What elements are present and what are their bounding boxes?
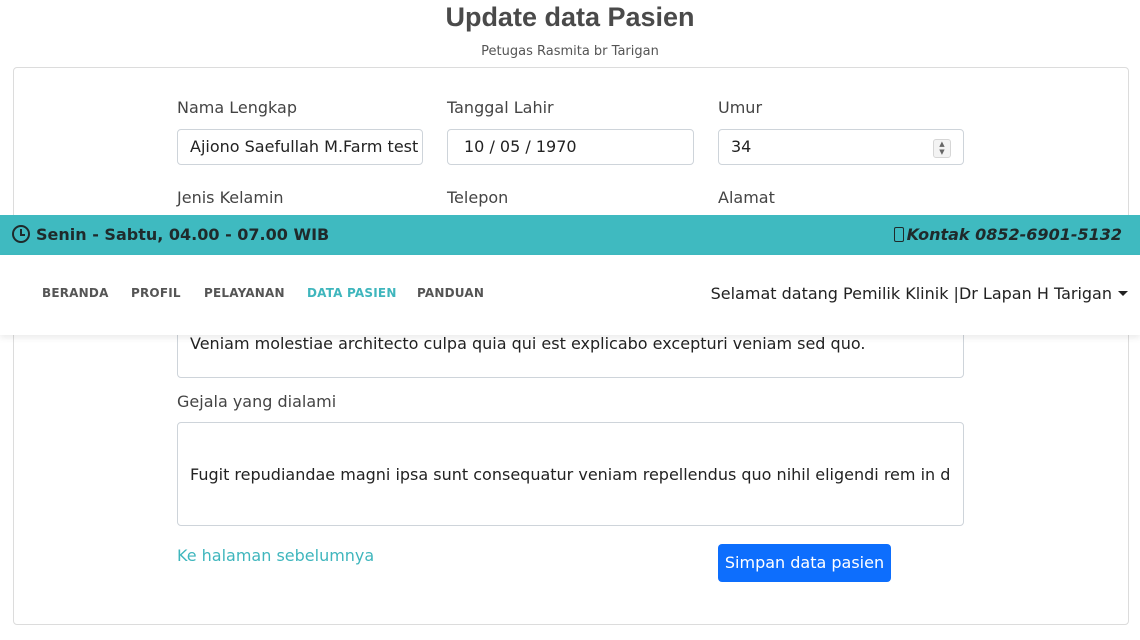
nav-data-pasien[interactable]: DATA PASIEN: [307, 286, 397, 300]
nav-panduan[interactable]: PANDUAN: [417, 286, 484, 300]
user-dropdown[interactable]: Selamat datang Pemilik Klinik |Dr Lapan …: [711, 284, 1128, 303]
back-link[interactable]: Ke halaman sebelumnya: [177, 546, 374, 565]
jenis-kelamin-label: Jenis Kelamin: [177, 188, 284, 207]
telepon-label: Telepon: [447, 188, 509, 207]
keterangan-text: Veniam molestiae architecto culpa quia q…: [190, 334, 866, 353]
nav-pelayanan[interactable]: PELAYANAN: [204, 286, 285, 300]
contact-info: Kontak 0852-6901-5132: [893, 215, 1122, 255]
tanggal-input[interactable]: 10 / 05 / 1970: [447, 129, 694, 165]
nav-beranda[interactable]: BERANDA: [42, 286, 109, 300]
page-subtitle: Petugas Rasmita br Tarigan: [481, 44, 659, 59]
nama-label: Nama Lengkap: [177, 98, 297, 117]
gejala-text: Fugit repudiandae magni ipsa sunt conseq…: [190, 465, 951, 484]
alamat-label: Alamat: [718, 188, 775, 207]
caret-down-icon: [1118, 291, 1128, 296]
save-button[interactable]: Simpan data pasien: [718, 544, 891, 582]
info-bar: Senin - Sabtu, 04.00 - 07.00 WIB Kontak …: [0, 215, 1140, 255]
gejala-textarea[interactable]: Fugit repudiandae magni ipsa sunt conseq…: [177, 422, 964, 526]
tanggal-label: Tanggal Lahir: [447, 98, 554, 117]
nav-profil[interactable]: PROFIL: [131, 286, 181, 300]
welcome-text: Selamat datang Pemilik Klinik |Dr Lapan …: [710, 284, 1112, 303]
opening-hours-text: Senin - Sabtu, 04.00 - 07.00 WIB: [36, 225, 330, 244]
gejala-label: Gejala yang dialami: [177, 392, 337, 411]
umur-value: 34: [731, 137, 752, 156]
nama-input[interactable]: Ajiono Saefullah M.Farm test: [177, 129, 423, 165]
umur-input[interactable]: 34 ▲ ▼: [718, 129, 964, 165]
navbar: BERANDA PROFIL PELAYANAN DATA PASIEN PAN…: [0, 255, 1140, 335]
opening-hours: Senin - Sabtu, 04.00 - 07.00 WIB: [12, 215, 329, 255]
page: Update data Pasien Petugas Rasmita br Ta…: [0, 0, 1140, 640]
page-title: Update data Pasien: [445, 2, 695, 32]
contact-text: Kontak 0852-6901-5132: [906, 225, 1122, 244]
clock-icon: [12, 225, 30, 243]
umur-label: Umur: [718, 98, 763, 117]
number-spinner-icon[interactable]: ▲ ▼: [933, 139, 951, 158]
mobile-phone-icon: [893, 227, 904, 242]
